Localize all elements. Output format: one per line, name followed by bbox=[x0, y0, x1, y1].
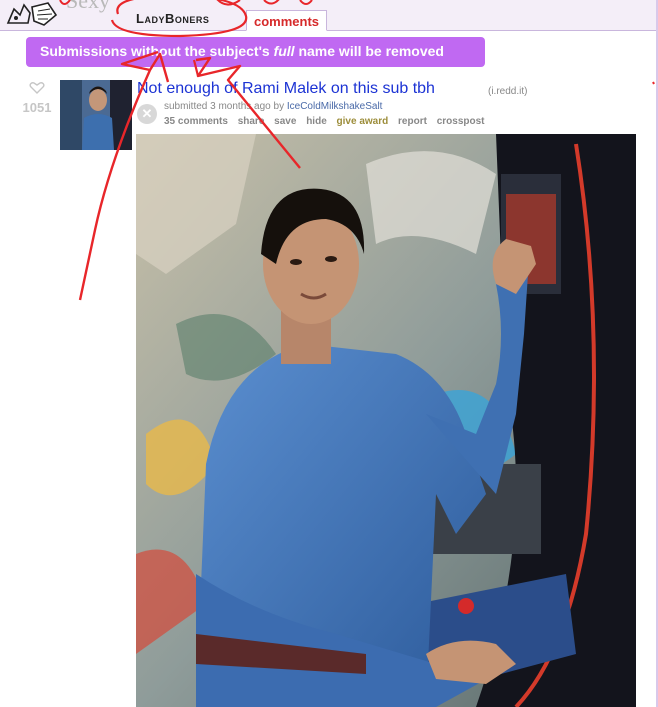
announcement-banner: Submissions without the subject's full n… bbox=[26, 37, 485, 67]
upvote-heart-icon[interactable] bbox=[29, 82, 45, 94]
post-thumbnail[interactable] bbox=[60, 80, 132, 150]
report-button[interactable]: report bbox=[398, 116, 427, 127]
vote-column: 1051 bbox=[18, 82, 56, 115]
subreddit-banner-title: Sexy bbox=[66, 0, 110, 13]
post-tagline: submitted 3 months ago by IceColdMilksha… bbox=[164, 101, 382, 112]
subreddit-name-link[interactable]: LadyBoners bbox=[136, 11, 209, 26]
subreddit-logo[interactable] bbox=[4, 1, 60, 29]
announcement-text-before: Submissions without the subject's bbox=[40, 43, 274, 59]
announcement-text-after: name will be removed bbox=[294, 43, 444, 59]
post-domain-link[interactable]: (i.redd.it) bbox=[488, 86, 527, 97]
tagline-prefix: submitted 3 months ago by bbox=[164, 101, 287, 112]
post-score: 1051 bbox=[22, 100, 52, 115]
announcement-emphasis: full bbox=[273, 43, 295, 59]
comments-link[interactable]: 35 comments bbox=[164, 116, 228, 127]
post-buttons: 35 comments share save hide give award r… bbox=[164, 116, 492, 127]
hide-button[interactable]: hide bbox=[306, 116, 327, 127]
share-button[interactable]: share bbox=[238, 116, 265, 127]
crosspost-button[interactable]: crosspost bbox=[437, 116, 485, 127]
save-button[interactable]: save bbox=[274, 116, 296, 127]
post-author-link[interactable]: IceColdMilkshakeSalt bbox=[287, 101, 383, 112]
tab-comments[interactable]: comments bbox=[246, 10, 328, 31]
close-circle-icon[interactable]: ✕ bbox=[137, 104, 157, 124]
post-image[interactable] bbox=[136, 134, 636, 707]
site-header: Sexy LadyBoners comments bbox=[0, 0, 658, 31]
give-award-button[interactable]: give award bbox=[337, 116, 389, 127]
post-title-link[interactable]: Not enough of Rami Malek on this sub tbh bbox=[137, 80, 435, 98]
